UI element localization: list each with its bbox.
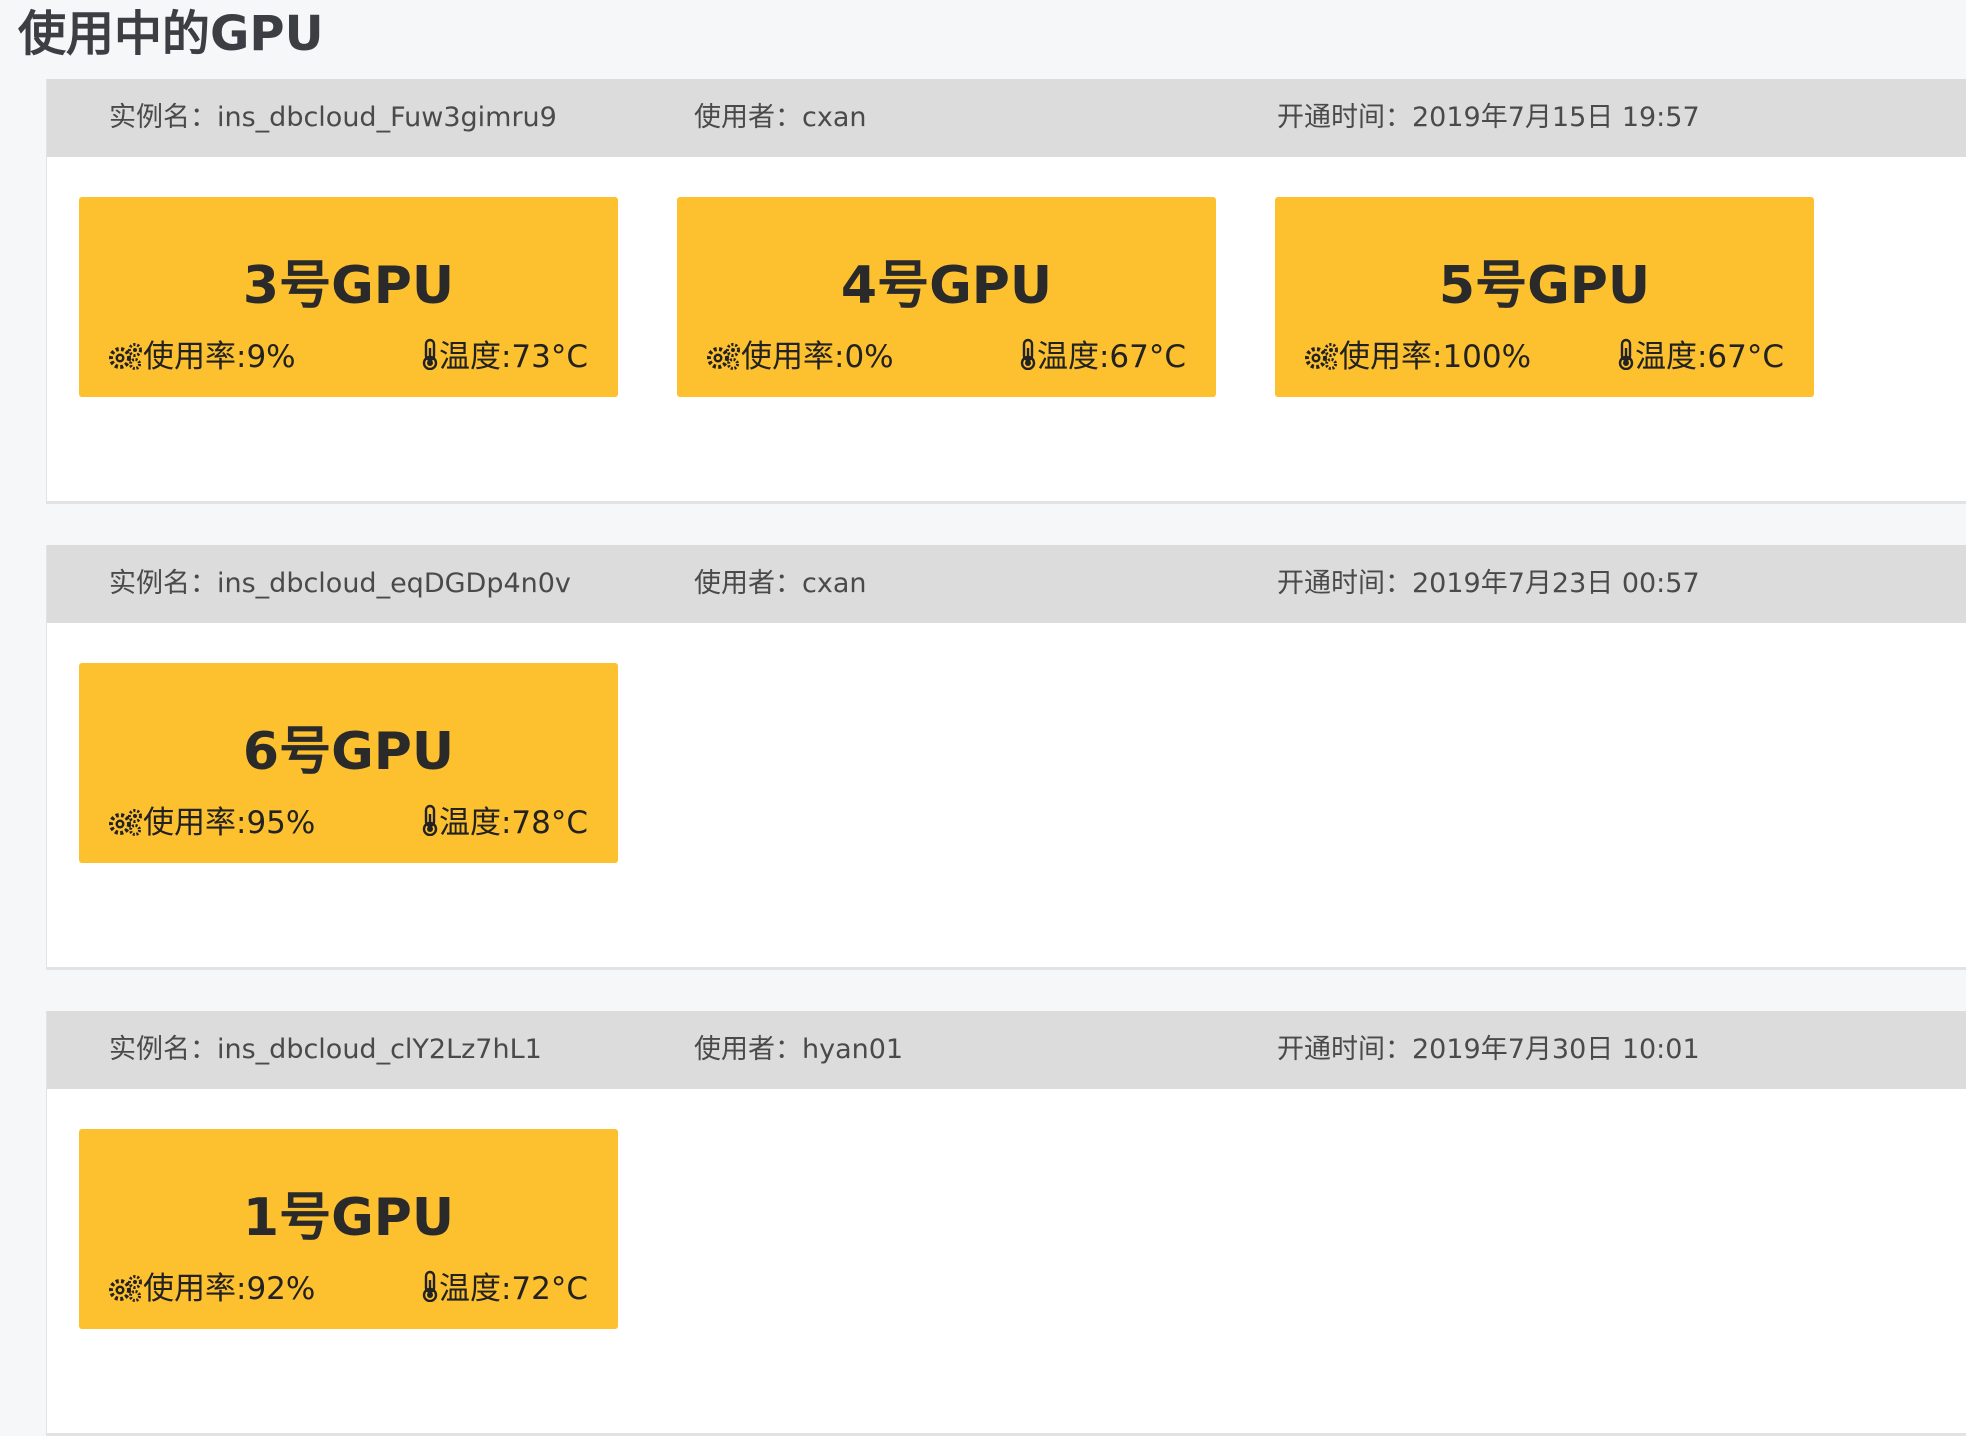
instance-panel: 实例名：ins_dbcloud_eqDGDp4n0v 使用者：cxan 开通时间… [46, 545, 1966, 970]
gpu-card[interactable]: 1号GPU 使用率:92% 温度:72°C [79, 1129, 618, 1329]
instance-list: 实例名：ins_dbcloud_Fuw3gimru9 使用者：cxan 开通时间… [46, 79, 1966, 1436]
gpu-card[interactable]: 6号GPU 使用率:95% 温度:78°C [79, 663, 618, 863]
instance-header: 实例名：ins_dbcloud_Fuw3gimru9 使用者：cxan 开通时间… [47, 79, 1966, 157]
instance-user-label: 使用者： [694, 568, 802, 599]
instance-name-field: 实例名：ins_dbcloud_eqDGDp4n0v [109, 545, 571, 623]
gpu-temperature: 温度:67°C [1019, 337, 1186, 377]
gpu-temperature-label: 温度: [438, 805, 512, 841]
gpu-usage-value: 100% [1442, 339, 1532, 375]
instance-time-label: 开通时间： [1277, 102, 1412, 133]
instance-time-field: 开通时间：2019年7月15日 19:57 [1277, 79, 1700, 157]
gpu-usage: 使用率:9% [109, 337, 296, 377]
gears-icon [109, 809, 142, 836]
gpu-card[interactable]: 3号GPU 使用率:9% 温度:73°C [79, 197, 618, 397]
gpu-usage: 使用率:92% [109, 1269, 315, 1309]
gpu-temperature: 温度:72°C [421, 1269, 588, 1309]
instance-time-field: 开通时间：2019年7月30日 10:01 [1277, 1011, 1700, 1089]
gpu-usage-value: 95% [246, 805, 316, 841]
gpu-temperature-value: 72°C [511, 1271, 588, 1307]
instance-time-value: 2019年7月23日 00:57 [1412, 568, 1700, 599]
gpu-temperature: 温度:78°C [421, 803, 588, 843]
instance-user-field: 使用者：cxan [694, 545, 866, 623]
instance-panel: 实例名：ins_dbcloud_Fuw3gimru9 使用者：cxan 开通时间… [46, 79, 1966, 504]
gpu-usage-value: 0% [844, 339, 894, 375]
instance-name-label: 实例名： [109, 568, 217, 599]
gpu-temperature-value: 67°C [1707, 339, 1784, 375]
instance-name-value: ins_dbcloud_eqDGDp4n0v [217, 568, 571, 599]
instance-user-value: cxan [802, 568, 867, 599]
instance-user-value: cxan [802, 102, 867, 133]
gpu-usage: 使用率:100% [1305, 337, 1531, 377]
gears-icon [109, 343, 142, 370]
thermometer-icon [422, 1270, 438, 1302]
instance-name-value: ins_dbcloud_clY2Lz7hL1 [217, 1034, 542, 1065]
gpu-temperature: 温度:73°C [421, 337, 588, 377]
gpu-usage-label: 使用率: [143, 339, 247, 375]
gpu-temperature: 温度:67°C [1617, 337, 1784, 377]
gears-icon [707, 343, 740, 370]
instance-name-field: 实例名：ins_dbcloud_clY2Lz7hL1 [109, 1011, 542, 1089]
instance-name-label: 实例名： [109, 102, 217, 133]
gpu-usage-label: 使用率: [741, 339, 845, 375]
instance-user-value: hyan01 [802, 1034, 904, 1065]
instance-header: 实例名：ins_dbcloud_eqDGDp4n0v 使用者：cxan 开通时间… [47, 545, 1966, 623]
gears-icon [109, 1275, 142, 1302]
gpu-name: 4号GPU [840, 256, 1053, 316]
gpu-usage: 使用率:0% [707, 337, 894, 377]
thermometer-icon [1618, 338, 1634, 370]
gpu-usage-label: 使用率: [143, 805, 247, 841]
gears-icon [1305, 343, 1338, 370]
instance-user-field: 使用者：hyan01 [694, 1011, 903, 1089]
gpu-name: 1号GPU [242, 1188, 455, 1248]
gpu-temperature-label: 温度: [1036, 339, 1110, 375]
gpu-temperature-label: 温度: [438, 339, 512, 375]
instance-time-label: 开通时间： [1277, 568, 1412, 599]
instance-time-label: 开通时间： [1277, 1034, 1412, 1065]
gpu-card[interactable]: 4号GPU 使用率:0% 温度:67°C [677, 197, 1216, 397]
gpu-card[interactable]: 5号GPU 使用率:100% 温度:67°C [1275, 197, 1814, 397]
gpu-temperature-value: 73°C [511, 339, 588, 375]
gpu-temperature-value: 67°C [1109, 339, 1186, 375]
gpu-usage-label: 使用率: [1339, 339, 1443, 375]
gpu-name: 3号GPU [242, 256, 455, 316]
instance-time-field: 开通时间：2019年7月23日 00:57 [1277, 545, 1700, 623]
instance-time-value: 2019年7月15日 19:57 [1412, 102, 1700, 133]
instance-user-label: 使用者： [694, 102, 802, 133]
gpu-usage-value: 92% [246, 1271, 316, 1307]
gpu-temperature-label: 温度: [1634, 339, 1708, 375]
gpu-temperature-value: 78°C [511, 805, 588, 841]
thermometer-icon [422, 338, 438, 370]
gpu-usage: 使用率:95% [109, 803, 315, 843]
thermometer-icon [422, 804, 438, 836]
gpu-temperature-label: 温度: [438, 1271, 512, 1307]
instance-header: 实例名：ins_dbcloud_clY2Lz7hL1 使用者：hyan01 开通… [47, 1011, 1966, 1089]
gpu-name: 5号GPU [1438, 256, 1651, 316]
instance-user-label: 使用者： [694, 1034, 802, 1065]
instance-name-label: 实例名： [109, 1034, 217, 1065]
instance-name-value: ins_dbcloud_Fuw3gimru9 [217, 102, 557, 133]
instance-user-field: 使用者：cxan [694, 79, 866, 157]
gpu-name: 6号GPU [242, 722, 455, 782]
gpu-usage-value: 9% [246, 339, 296, 375]
gpu-usage-label: 使用率: [143, 1271, 247, 1307]
instance-panel: 实例名：ins_dbcloud_clY2Lz7hL1 使用者：hyan01 开通… [46, 1011, 1966, 1436]
instance-name-field: 实例名：ins_dbcloud_Fuw3gimru9 [109, 79, 557, 157]
instance-time-value: 2019年7月30日 10:01 [1412, 1034, 1700, 1065]
thermometer-icon [1020, 338, 1036, 370]
page-title: 使用中的GPU [18, 6, 324, 62]
